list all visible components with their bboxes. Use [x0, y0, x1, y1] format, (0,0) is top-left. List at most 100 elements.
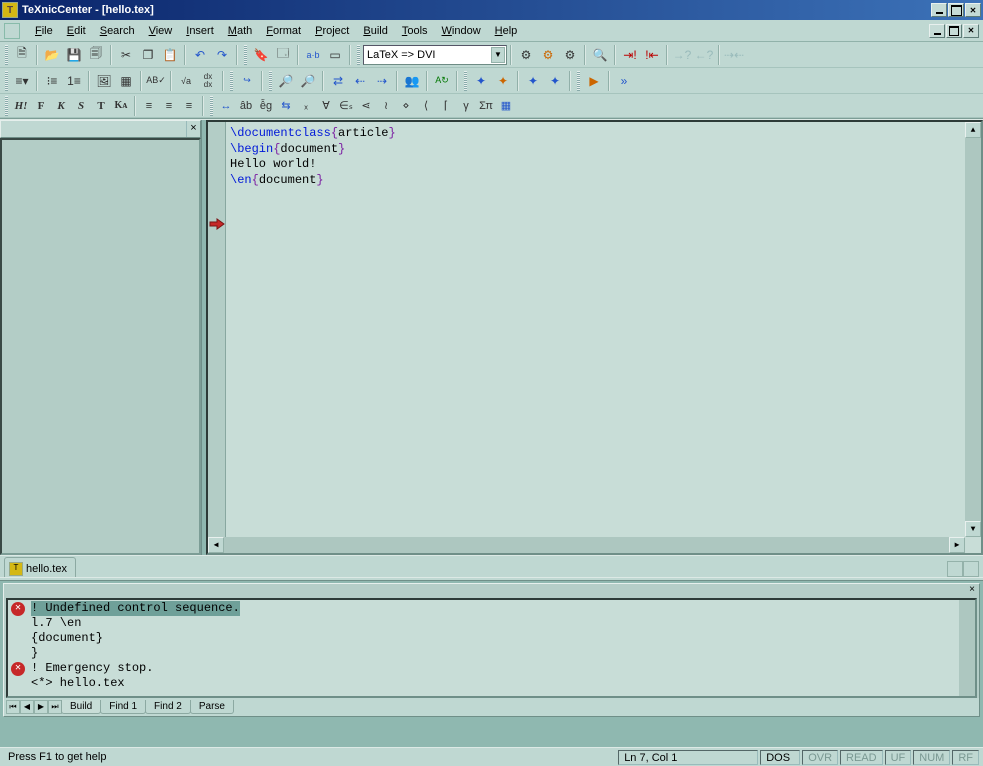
smallcaps-button[interactable]: Kᴀ — [111, 96, 131, 116]
math-sym-button[interactable]: ⋄ — [396, 96, 416, 116]
output-tab-build[interactable]: Build — [61, 700, 101, 714]
math-delim-button[interactable]: ⌈ — [436, 96, 456, 116]
menu-edit[interactable]: Edit — [60, 23, 93, 39]
editor[interactable]: \documentclass{article}\begin{document}H… — [206, 120, 983, 555]
paste-button[interactable]: 📋 — [159, 44, 181, 66]
math-sum-button[interactable]: Σπ — [476, 96, 496, 116]
math-in-button[interactable]: ∈ₛ — [336, 96, 356, 116]
new-file-button[interactable]: 🗎 — [11, 44, 33, 66]
menu-window[interactable]: Window — [435, 23, 488, 39]
save-all-button[interactable]: 🗐 — [85, 44, 107, 66]
align-center-button[interactable]: ≡ — [159, 96, 179, 116]
find-fwd-button[interactable]: ⇢ — [371, 70, 393, 92]
output-tab-find-1[interactable]: Find 1 — [100, 700, 146, 714]
kill-build-button[interactable]: !⇤ — [641, 44, 663, 66]
toolbar-grip[interactable] — [210, 96, 213, 116]
math-vec-button[interactable]: ↔ — [216, 96, 236, 116]
navigator-close-button[interactable]: × — [186, 121, 200, 137]
toolbar-grip[interactable] — [577, 71, 580, 91]
output-body[interactable]: ✕! Undefined control sequence.l.7 \en {d… — [6, 598, 977, 698]
build-all-button[interactable]: ⚙ — [559, 44, 581, 66]
math-op-button[interactable]: ≀ — [376, 96, 396, 116]
output-tab-prev-button[interactable]: ◀ — [20, 700, 34, 714]
maximize-button[interactable] — [948, 3, 964, 17]
figure-button[interactable]: 🖼 — [93, 70, 115, 92]
view-output-button[interactable]: 🗔 — [272, 44, 294, 66]
mdi-restore-button[interactable] — [946, 24, 962, 38]
navigator-tree[interactable] — [0, 138, 201, 555]
output-vertical-scrollbar[interactable] — [959, 600, 975, 696]
math-forall-button[interactable]: ∀ — [316, 96, 336, 116]
scroll-left-button[interactable]: ◀ — [208, 537, 224, 553]
menu-format[interactable]: Format — [259, 23, 308, 39]
macro-play-button[interactable]: » — [613, 70, 635, 92]
output-profile-combo[interactable]: LaTeX => DVI ▼ — [363, 45, 507, 65]
mdi-minimize-button[interactable] — [929, 24, 945, 38]
menu-tools[interactable]: Tools — [395, 23, 435, 39]
output-tab-last-button[interactable]: ⏭ — [48, 700, 62, 714]
align-left-button[interactable]: ≡ — [139, 96, 159, 116]
find-files-button[interactable]: 👥 — [401, 70, 423, 92]
toolbar-grip[interactable] — [357, 45, 360, 65]
menu-insert[interactable]: Insert — [179, 23, 221, 39]
italic-button[interactable]: K — [51, 96, 71, 116]
editor-horizontal-scrollbar[interactable]: ◀ ▶ — [208, 537, 965, 553]
table-button[interactable]: ▦ — [115, 70, 137, 92]
toggle-bookmark-button[interactable]: 🔖 — [250, 44, 272, 66]
insert-env-button[interactable]: ▭ — [324, 44, 346, 66]
spellcheck-button[interactable]: AB✓ — [145, 70, 167, 92]
sqrt-button[interactable]: √a — [175, 70, 197, 92]
math-matrix-button[interactable]: ▦ — [496, 96, 516, 116]
math-sub-button[interactable]: ₓ — [296, 96, 316, 116]
tab-nav-left-button[interactable] — [947, 561, 963, 577]
find-brace-button[interactable]: A↻ — [431, 70, 453, 92]
math-hat-button[interactable]: âb — [236, 96, 256, 116]
find-button[interactable]: 🔎 — [275, 70, 297, 92]
macro-rec-button[interactable]: ▶ — [583, 70, 605, 92]
math-misc-button[interactable]: ⟨ — [416, 96, 436, 116]
insert-text-button[interactable]: a·b — [302, 44, 324, 66]
horizontal-splitter[interactable] — [0, 577, 983, 581]
undo-button[interactable]: ↶ — [189, 44, 211, 66]
menu-project[interactable]: Project — [308, 23, 356, 39]
build-view-button[interactable]: ⚙ — [537, 44, 559, 66]
bookmark-add-button[interactable]: ✦ — [470, 70, 492, 92]
math-rel-button[interactable]: ⋖ — [356, 96, 376, 116]
minimize-button[interactable] — [931, 3, 947, 17]
output-tab-parse[interactable]: Parse — [190, 700, 234, 714]
emph-button[interactable]: H! — [11, 96, 31, 116]
bold-button[interactable]: F — [31, 96, 51, 116]
menu-math[interactable]: Math — [221, 23, 259, 39]
redo-button[interactable]: ↷ — [211, 44, 233, 66]
build-button[interactable]: ⚙ — [515, 44, 537, 66]
tab-nav-right-button[interactable] — [963, 561, 979, 577]
scroll-right-button[interactable]: ▶ — [949, 537, 965, 553]
save-button[interactable]: 💾 — [63, 44, 85, 66]
toolbar-grip[interactable] — [5, 45, 8, 65]
slanted-button[interactable]: S — [71, 96, 91, 116]
file-tab-hello[interactable]: T hello.tex — [4, 557, 76, 577]
menu-help[interactable]: Help — [488, 23, 525, 39]
mdi-close-button[interactable] — [963, 24, 979, 38]
toolbar-grip[interactable] — [464, 71, 467, 91]
output-tab-first-button[interactable]: ⏮ — [6, 700, 20, 714]
goto-button[interactable]: ↪ — [236, 70, 258, 92]
editor-vertical-scrollbar[interactable]: ▲ ▼ — [965, 122, 981, 537]
replace-button[interactable]: ⇄ — [327, 70, 349, 92]
toolbar-grip[interactable] — [269, 71, 272, 91]
menu-search[interactable]: Search — [93, 23, 142, 39]
view-output-file-button[interactable]: 🔍 — [589, 44, 611, 66]
cut-button[interactable]: ✂ — [115, 44, 137, 66]
menu-file[interactable]: File — [28, 23, 60, 39]
toolbar-grip[interactable] — [230, 71, 233, 91]
scroll-down-button[interactable]: ▼ — [965, 521, 981, 537]
output-tab-find-2[interactable]: Find 2 — [145, 700, 191, 714]
copy-button[interactable]: ❐ — [137, 44, 159, 66]
output-close-button[interactable]: × — [965, 584, 979, 598]
find-next-button[interactable]: 🔎 — [297, 70, 319, 92]
next-error-button[interactable]: →? — [671, 44, 693, 66]
open-button[interactable]: 📂 — [41, 44, 63, 66]
math-greek-button[interactable]: γ — [456, 96, 476, 116]
align-right-button[interactable]: ≡ — [179, 96, 199, 116]
frac-button[interactable]: dxdx — [197, 70, 219, 92]
